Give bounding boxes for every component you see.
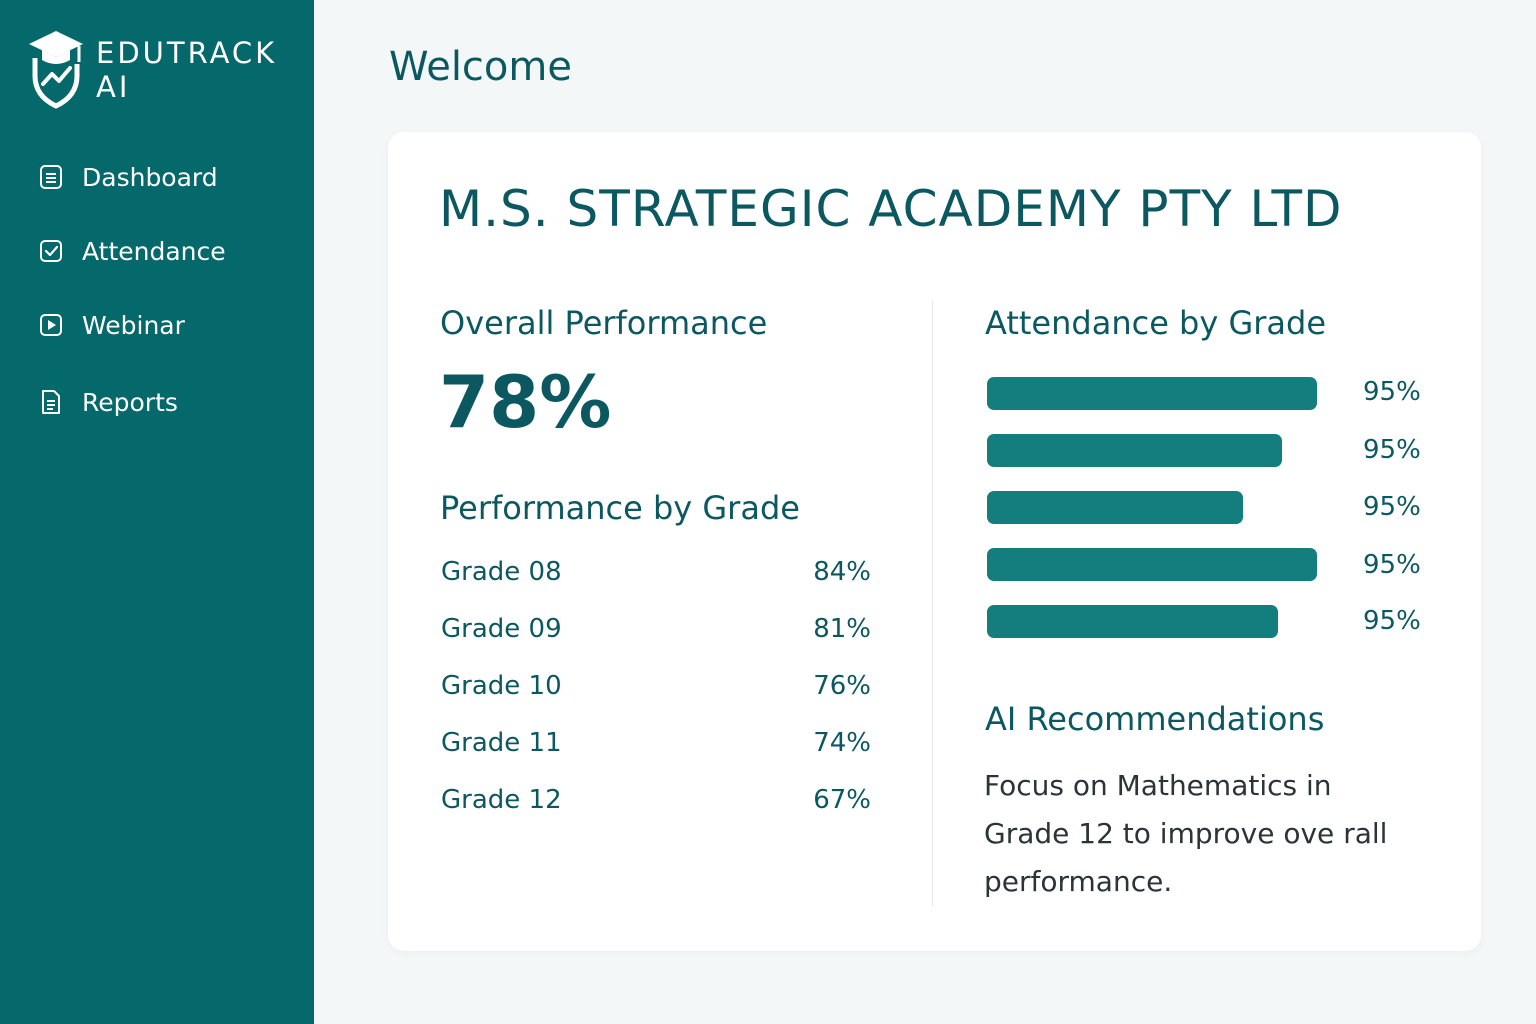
grade-label: Grade 11 bbox=[441, 728, 562, 758]
column-divider bbox=[932, 300, 933, 906]
checkbox-icon bbox=[38, 238, 64, 264]
overall-performance-title: Overall Performance bbox=[440, 304, 768, 342]
grade-row: Grade 09 81% bbox=[441, 611, 871, 647]
attendance-bar bbox=[987, 377, 1317, 410]
grade-row: Grade 10 76% bbox=[441, 668, 871, 704]
attendance-bar bbox=[987, 548, 1317, 581]
sidebar-item-dashboard[interactable]: Dashboard bbox=[38, 157, 218, 197]
attendance-bar-label: 95% bbox=[1363, 550, 1421, 580]
grade-label: Grade 08 bbox=[441, 557, 562, 587]
ai-recommendation-text: Focus on Mathematics in Grade 12 to impr… bbox=[984, 769, 1388, 898]
sidebar-item-label: Webinar bbox=[82, 310, 185, 340]
sidebar-item-label: Dashboard bbox=[82, 162, 218, 192]
sidebar: EDUTRACK AI Dashboard Attendance Webinar… bbox=[0, 0, 314, 1024]
grade-row: Grade 12 67% bbox=[441, 782, 871, 818]
graduation-shield-icon bbox=[26, 28, 86, 110]
attendance-by-grade-title: Attendance by Grade bbox=[985, 304, 1327, 342]
page-title: Welcome bbox=[389, 44, 572, 90]
dashboard-card: M.S. STRATEGIC ACADEMY PTY LTD Overall P… bbox=[388, 132, 1481, 951]
grade-value: 84% bbox=[813, 557, 871, 587]
brand-line-2: AI bbox=[96, 70, 131, 104]
grade-value: 74% bbox=[813, 728, 871, 758]
grade-value: 76% bbox=[813, 671, 871, 701]
sidebar-item-webinar[interactable]: Webinar bbox=[38, 305, 185, 345]
grade-value: 67% bbox=[813, 785, 871, 815]
attendance-bar-label: 95% bbox=[1363, 492, 1421, 522]
attendance-bar-label: 95% bbox=[1363, 606, 1421, 636]
attendance-bar-label: 95% bbox=[1363, 435, 1421, 465]
attendance-bar bbox=[987, 491, 1243, 524]
grade-label: Grade 12 bbox=[441, 785, 562, 815]
report-icon bbox=[38, 389, 64, 415]
attendance-bar-label: 95% bbox=[1363, 377, 1421, 407]
organization-name: M.S. STRATEGIC ACADEMY PTY LTD bbox=[439, 180, 1343, 238]
brand-line-1: EDUTRACK bbox=[96, 36, 278, 70]
performance-by-grade-title: Performance by Grade bbox=[440, 489, 800, 527]
grade-row: Grade 08 84% bbox=[441, 554, 871, 590]
attendance-bar bbox=[987, 605, 1278, 638]
grade-value: 81% bbox=[813, 614, 871, 644]
grade-label: Grade 10 bbox=[441, 671, 562, 701]
grade-row: Grade 11 74% bbox=[441, 725, 871, 761]
grade-label: Grade 09 bbox=[441, 614, 562, 644]
brand-name: EDUTRACK AI bbox=[96, 36, 277, 104]
sidebar-item-label: Attendance bbox=[82, 236, 226, 266]
overall-performance-value: 78% bbox=[439, 360, 612, 444]
attendance-bar bbox=[987, 434, 1282, 467]
sidebar-item-attendance[interactable]: Attendance bbox=[38, 231, 226, 271]
document-icon bbox=[38, 164, 64, 190]
play-icon bbox=[38, 312, 64, 338]
brand-logo-area[interactable]: EDUTRACK AI bbox=[26, 28, 277, 110]
ai-recommendations-title: AI Recommendations bbox=[985, 700, 1325, 738]
sidebar-item-reports[interactable]: Reports bbox=[38, 382, 178, 422]
sidebar-item-label: Reports bbox=[82, 387, 178, 417]
